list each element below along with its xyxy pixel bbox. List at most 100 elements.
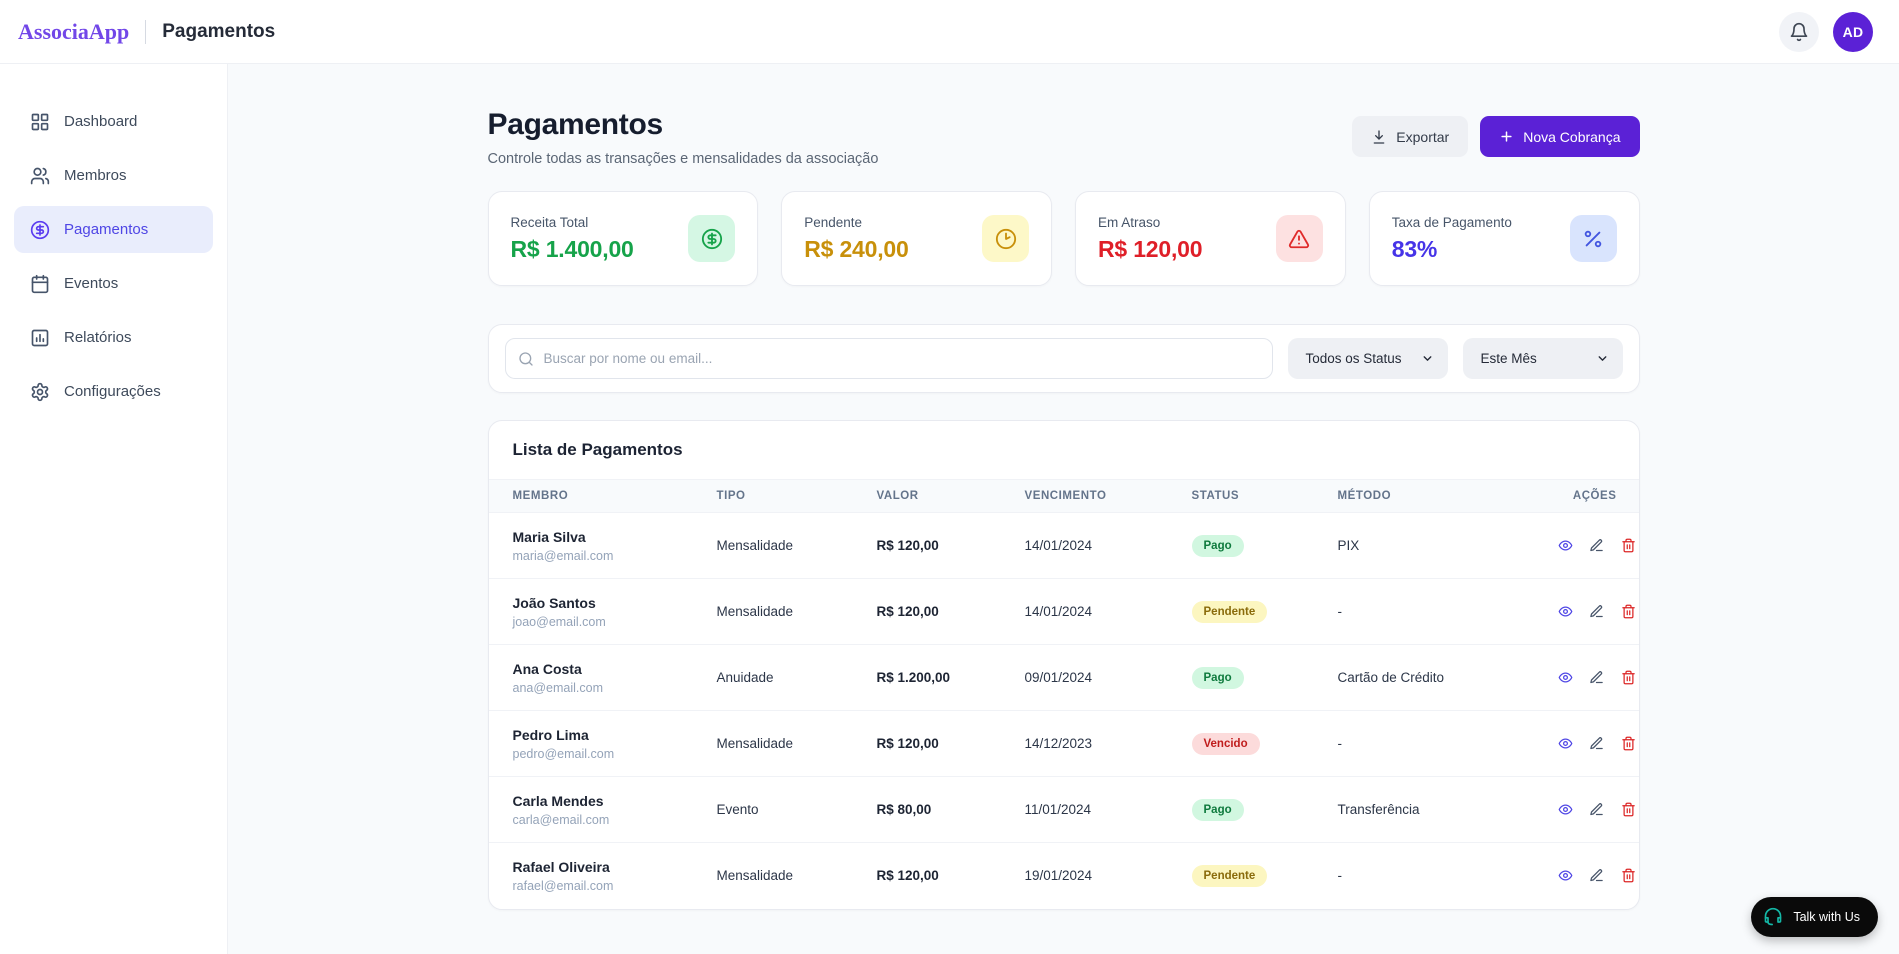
dollar-circle-icon xyxy=(30,220,50,240)
table-row: Maria Silva maria@email.com Mensalidade … xyxy=(488,512,1639,579)
bar-chart-icon xyxy=(30,328,50,348)
download-icon xyxy=(1371,129,1387,145)
status-badge: Pendente xyxy=(1191,864,1268,887)
pencil-icon xyxy=(1589,802,1604,817)
member-email: carla@email.com xyxy=(512,812,610,827)
period-filter-select[interactable]: Este Mês xyxy=(1462,338,1623,379)
bell-icon xyxy=(1789,22,1809,42)
cell-metodo: - xyxy=(1337,736,1343,751)
pencil-icon xyxy=(1589,538,1604,553)
member-email: pedro@email.com xyxy=(512,746,615,761)
pencil-icon xyxy=(1589,604,1604,619)
eye-icon xyxy=(1558,670,1573,685)
page-title: Pagamentos xyxy=(487,108,664,141)
export-button[interactable]: Exportar xyxy=(1352,116,1469,157)
delete-button[interactable] xyxy=(1618,667,1638,688)
new-charge-button-label: Nova Cobrança xyxy=(1523,128,1621,145)
column-header-valor: Valor xyxy=(876,490,919,502)
status-filter-select[interactable]: Todos os Status xyxy=(1287,338,1448,379)
eye-icon xyxy=(1558,802,1573,817)
column-header-metodo: Método xyxy=(1337,490,1392,502)
view-button[interactable] xyxy=(1555,865,1576,886)
eye-icon xyxy=(1558,868,1573,883)
new-charge-button[interactable]: Nova Cobrança xyxy=(1480,116,1640,157)
alert-triangle-icon xyxy=(1275,215,1323,262)
headset-icon xyxy=(1763,907,1783,927)
sidebar-item-label: Membros xyxy=(64,167,127,184)
edit-button[interactable] xyxy=(1586,799,1607,820)
app-logo[interactable]: AssociaApp xyxy=(18,19,129,45)
status-badge: Pago xyxy=(1191,798,1244,821)
sidebar-item-dashboard[interactable]: Dashboard xyxy=(14,98,213,145)
trash-icon xyxy=(1621,736,1636,751)
edit-button[interactable] xyxy=(1586,733,1607,754)
edit-button[interactable] xyxy=(1586,865,1607,886)
delete-button[interactable] xyxy=(1618,865,1638,886)
delete-button[interactable] xyxy=(1618,535,1638,556)
header-page-title: Pagamentos xyxy=(162,20,276,42)
member-email: joao@email.com xyxy=(512,614,606,629)
clock-icon xyxy=(982,215,1029,262)
status-badge: Vencido xyxy=(1191,732,1260,755)
main-area: Pagamentos Controle todas as transações … xyxy=(228,64,1899,954)
sidebar-item-membros[interactable]: Membros xyxy=(14,152,213,199)
pencil-icon xyxy=(1589,736,1604,751)
member-email: rafael@email.com xyxy=(512,878,614,893)
notifications-button[interactable] xyxy=(1779,11,1819,52)
member-name: Rafael Oliveira xyxy=(512,858,610,875)
trash-icon xyxy=(1621,868,1636,883)
cell-metodo: PIX xyxy=(1337,538,1360,553)
status-badge: Pendente xyxy=(1191,600,1268,623)
column-header-vencimento: Vencimento xyxy=(1024,490,1107,502)
cell-vencimento: 11/01/2024 xyxy=(1024,802,1092,817)
delete-button[interactable] xyxy=(1618,799,1638,820)
cell-tipo: Mensalidade xyxy=(716,736,794,751)
sidebar-item-label: Configurações xyxy=(64,383,161,400)
cell-vencimento: 14/12/2023 xyxy=(1024,736,1093,751)
top-header: AssociaApp Pagamentos AD xyxy=(0,0,1899,64)
edit-button[interactable] xyxy=(1586,535,1607,556)
table-row: João Santos joao@email.com Mensalidade R… xyxy=(488,578,1639,645)
filter-bar: Todos os Status Este Mês xyxy=(487,324,1640,393)
chevron-down-icon xyxy=(1421,352,1434,365)
view-button[interactable] xyxy=(1555,733,1576,754)
member-email: ana@email.com xyxy=(512,680,604,695)
column-header-tipo: Tipo xyxy=(716,490,746,502)
member-name: Maria Silva xyxy=(512,528,586,545)
stat-card-receita-total: Receita Total R$ 1.400,00 xyxy=(487,191,759,286)
edit-button[interactable] xyxy=(1586,601,1607,622)
sidebar-item-pagamentos[interactable]: Pagamentos xyxy=(14,206,213,253)
edit-button[interactable] xyxy=(1586,667,1607,688)
stat-value: 83% xyxy=(1391,235,1438,262)
sidebar-item-relatorios[interactable]: Relatórios xyxy=(14,314,213,361)
dashboard-grid-icon xyxy=(30,112,50,132)
delete-button[interactable] xyxy=(1618,601,1638,622)
cell-vencimento: 09/01/2024 xyxy=(1024,670,1093,685)
search-icon xyxy=(518,351,534,367)
chat-widget-button[interactable]: Talk with Us xyxy=(1751,897,1878,937)
payments-list-card: Lista de Pagamentos Membro Tipo Valor Ve… xyxy=(487,420,1640,910)
page-subtitle: Controle todas as transações e mensalida… xyxy=(487,151,879,167)
view-button[interactable] xyxy=(1555,601,1576,622)
view-button[interactable] xyxy=(1555,535,1576,556)
sidebar-item-configuracoes[interactable]: Configurações xyxy=(14,368,213,415)
member-email: maria@email.com xyxy=(512,548,614,563)
sidebar-item-eventos[interactable]: Eventos xyxy=(14,260,213,307)
view-button[interactable] xyxy=(1555,799,1576,820)
users-icon xyxy=(30,166,50,186)
chevron-down-icon xyxy=(1596,352,1609,365)
percent-icon xyxy=(1569,215,1617,262)
search-input[interactable] xyxy=(504,338,1273,379)
user-avatar[interactable]: AD xyxy=(1833,11,1873,52)
table-row: Pedro Lima pedro@email.com Mensalidade R… xyxy=(488,710,1639,777)
stat-label: Pendente xyxy=(804,214,863,230)
cell-valor: R$ 120,00 xyxy=(876,868,939,884)
delete-button[interactable] xyxy=(1618,733,1638,754)
eye-icon xyxy=(1558,604,1573,619)
eye-icon xyxy=(1558,538,1573,553)
stat-cards: Receita Total R$ 1.400,00 Pendente R$ 24… xyxy=(487,191,1640,286)
cell-valor: R$ 1.200,00 xyxy=(876,670,951,685)
cell-metodo: - xyxy=(1337,868,1343,884)
view-button[interactable] xyxy=(1555,667,1576,688)
payments-table: Membro Tipo Valor Vencimento Status Méto… xyxy=(488,480,1639,909)
